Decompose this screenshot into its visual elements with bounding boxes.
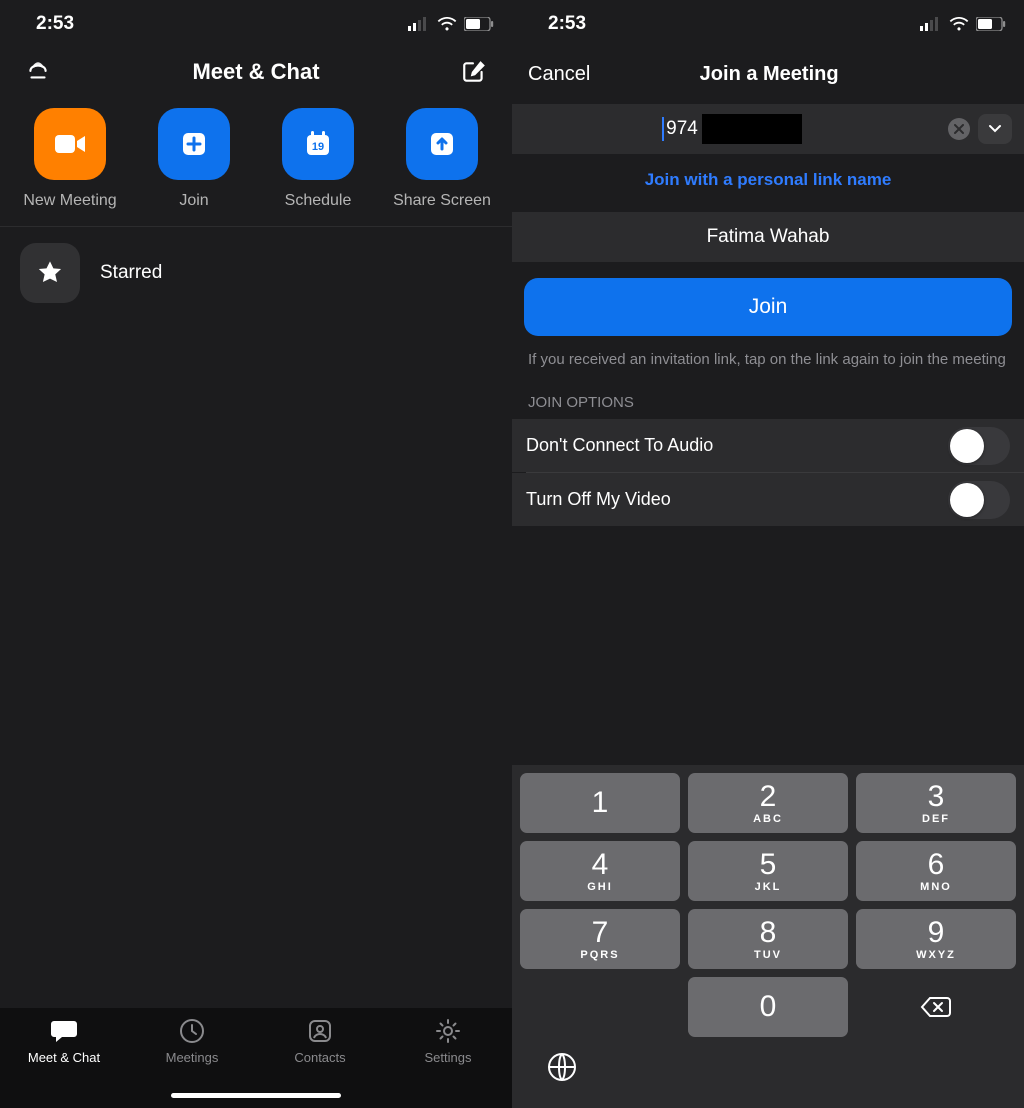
- contact-icon: [307, 1018, 333, 1044]
- action-schedule[interactable]: 19 Schedule: [256, 108, 380, 210]
- page-title: Join a Meeting: [700, 63, 839, 86]
- page-title: Meet & Chat: [192, 59, 319, 85]
- calendar-icon: 19: [282, 108, 354, 180]
- personal-link-button[interactable]: Join with a personal link name: [512, 154, 1024, 212]
- text-cursor: [662, 117, 664, 141]
- toggle-switch[interactable]: [948, 427, 1010, 465]
- toggle-switch[interactable]: [948, 481, 1010, 519]
- numeric-keypad: 1 2ABC 3DEF 4GHI 5JKL 6MNO 7PQRS 8TUV 9W…: [512, 765, 1024, 1108]
- chat-icon: [50, 1018, 78, 1044]
- key-blank: [520, 977, 680, 1037]
- tab-meet-chat[interactable]: Meet & Chat: [0, 1018, 128, 1065]
- toggle-dont-connect-audio[interactable]: Don't Connect To Audio: [512, 419, 1024, 472]
- tab-label: Contacts: [294, 1050, 345, 1065]
- status-icons: [920, 17, 1006, 31]
- cast-icon[interactable]: [22, 56, 54, 88]
- key-4[interactable]: 4GHI: [520, 841, 680, 901]
- cellular-icon: [408, 17, 430, 31]
- status-time: 2:53: [548, 13, 586, 35]
- clear-icon[interactable]: [948, 118, 970, 140]
- key-8[interactable]: 8TUV: [688, 909, 848, 969]
- chevron-down-icon: [988, 124, 1002, 134]
- gear-icon: [435, 1018, 461, 1044]
- tab-meetings[interactable]: Meetings: [128, 1018, 256, 1065]
- action-new-meeting[interactable]: New Meeting: [8, 108, 132, 210]
- section-label-join-options: JOIN OPTIONS: [512, 370, 1024, 419]
- tab-settings[interactable]: Settings: [384, 1018, 512, 1065]
- svg-text:19: 19: [312, 141, 324, 153]
- key-5[interactable]: 5JKL: [688, 841, 848, 901]
- action-label: New Meeting: [23, 192, 116, 210]
- battery-icon: [464, 17, 494, 31]
- key-1[interactable]: 1: [520, 773, 680, 833]
- name-input[interactable]: Fatima Wahab: [512, 212, 1024, 262]
- toggle-label: Turn Off My Video: [526, 489, 671, 510]
- action-join[interactable]: Join: [132, 108, 256, 210]
- action-share-screen[interactable]: Share Screen: [380, 108, 504, 210]
- wifi-icon: [949, 17, 969, 31]
- help-text: If you received an invitation link, tap …: [512, 346, 1024, 370]
- backspace-icon: [920, 995, 952, 1019]
- toggle-label: Don't Connect To Audio: [526, 435, 713, 456]
- meeting-id-input[interactable]: 974: [662, 114, 802, 144]
- action-row: New Meeting Join 19 Schedule Share Scree…: [0, 102, 512, 227]
- action-label: Join: [179, 192, 208, 210]
- starred-row[interactable]: Starred: [0, 227, 512, 319]
- meeting-id-input-row[interactable]: 974: [512, 104, 1024, 154]
- tab-label: Settings: [425, 1050, 472, 1065]
- toggle-turn-off-video[interactable]: Turn Off My Video: [512, 473, 1024, 526]
- redacted-block: [702, 114, 802, 144]
- cellular-icon: [920, 17, 942, 31]
- cancel-button[interactable]: Cancel: [528, 63, 590, 86]
- status-bar: 2:53: [512, 0, 1024, 48]
- key-backspace[interactable]: [856, 977, 1016, 1037]
- tab-label: Meet & Chat: [28, 1050, 100, 1065]
- action-label: Share Screen: [393, 192, 491, 210]
- star-icon: [20, 243, 80, 303]
- share-icon: [406, 108, 478, 180]
- compose-icon[interactable]: [458, 56, 490, 88]
- key-2[interactable]: 2ABC: [688, 773, 848, 833]
- clock-icon: [179, 1018, 205, 1044]
- key-6[interactable]: 6MNO: [856, 841, 1016, 901]
- starred-label: Starred: [100, 262, 162, 284]
- tab-label: Meetings: [166, 1050, 219, 1065]
- action-label: Schedule: [285, 192, 352, 210]
- recent-dropdown-button[interactable]: [978, 114, 1012, 144]
- home-indicator[interactable]: [171, 1093, 341, 1098]
- key-9[interactable]: 9WXYZ: [856, 909, 1016, 969]
- video-icon: [34, 108, 106, 180]
- status-time: 2:53: [36, 13, 74, 35]
- key-7[interactable]: 7PQRS: [520, 909, 680, 969]
- tab-contacts[interactable]: Contacts: [256, 1018, 384, 1065]
- plus-icon: [158, 108, 230, 180]
- status-bar: 2:53: [0, 0, 512, 48]
- globe-icon[interactable]: [546, 1051, 578, 1088]
- join-button[interactable]: Join: [524, 278, 1012, 336]
- key-3[interactable]: 3DEF: [856, 773, 1016, 833]
- battery-icon: [976, 17, 1006, 31]
- wifi-icon: [437, 17, 457, 31]
- status-icons: [408, 17, 494, 31]
- key-0[interactable]: 0: [688, 977, 848, 1037]
